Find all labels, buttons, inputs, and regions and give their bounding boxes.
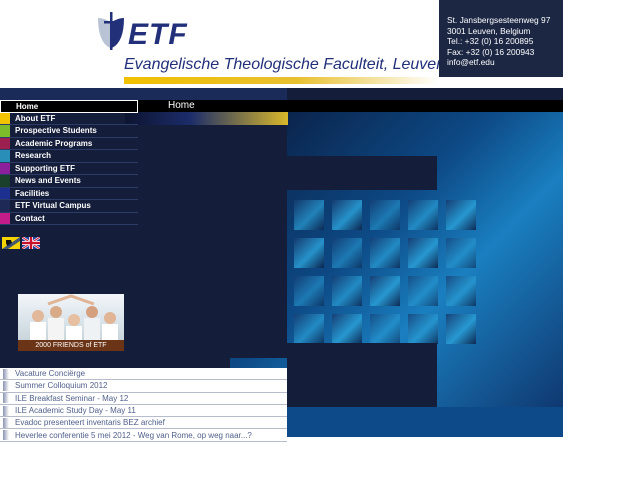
nav-color-swatch [0, 162, 10, 174]
faculty-name: Evangelische Theologische Faculteit, Leu… [124, 56, 446, 73]
collage-photo-tile [408, 276, 438, 306]
nav-item-contact[interactable]: Contact [0, 212, 138, 225]
page-title: Home [168, 100, 195, 111]
news-item-title: Summer Colloquium 2012 [15, 381, 108, 391]
nav-color-swatch [1, 101, 11, 112]
contact-fax: Fax: +32 (0) 16 200943 [447, 46, 535, 57]
news-item[interactable]: Vacature Conciërge [0, 368, 287, 381]
nav-item-label: About ETF [15, 113, 56, 123]
contact-tel: Tel.: +32 (0) 16 200895 [447, 36, 534, 46]
nav-item-news-events[interactable]: News and Events [0, 175, 138, 188]
friends-caption: 2000 FRIENDS of ETF [18, 340, 124, 351]
nav-item-research[interactable]: Research [0, 150, 138, 163]
collage-photo-tile [294, 276, 324, 306]
collage-dark-band [287, 156, 437, 190]
collage-photo-tile [408, 238, 438, 268]
collage-photo-tile [446, 314, 476, 344]
nav-color-swatch [0, 112, 10, 124]
collage-bottom-strip [287, 407, 563, 437]
collage-photo-tile [370, 238, 400, 268]
collage-photo-tile [370, 276, 400, 306]
news-item-title: ILE Academic Study Day - May 11 [15, 406, 136, 416]
news-list: Vacature Conciërge Summer Colloquium 201… [0, 368, 287, 442]
contact-box: St. Jansbergsesteenweg 97 3001 Leuven, B… [439, 0, 563, 77]
nav-item-prospective-students[interactable]: Prospective Students [0, 125, 138, 138]
news-item-title: Vacature Conciërge [15, 369, 86, 379]
collage-photo-tile [294, 314, 324, 344]
collage-photo-tile [294, 238, 324, 268]
nav-item-label: ETF Virtual Campus [15, 201, 91, 211]
contact-email-link[interactable]: info@etf.edu [447, 57, 563, 68]
uk-flag-icon[interactable] [21, 236, 41, 250]
nav-color-swatch [0, 187, 10, 199]
news-item[interactable]: ILE Breakfast Seminar - May 12 [0, 393, 287, 405]
collage-photo-tile [332, 276, 362, 306]
nav-color-swatch [0, 200, 10, 212]
news-item[interactable]: Summer Colloquium 2012 [0, 380, 287, 393]
nav-item-label: News and Events [15, 176, 81, 186]
flanders-flag-icon[interactable] [2, 236, 20, 249]
news-item-title: ILE Breakfast Seminar - May 12 [15, 393, 129, 403]
nav-color-swatch [0, 175, 10, 187]
nav-item-about[interactable]: About ETF [0, 112, 138, 125]
collage-photo-tile [294, 200, 324, 230]
collage-lower-panel [287, 343, 437, 407]
collage-photo-tile [446, 238, 476, 268]
news-item-title: Heverlee conferentie 5 mei 2012 - Weg va… [15, 430, 252, 440]
collage-photo-tile [446, 200, 476, 230]
nav-item-label: Supporting ETF [15, 163, 75, 173]
news-item[interactable]: Evadoc presenteert inventaris BEZ archie… [0, 417, 287, 430]
nav-item-facilities[interactable]: Facilities [0, 187, 138, 200]
gold-divider [124, 77, 439, 84]
collage-photo-tile [332, 200, 362, 230]
nav-item-label: Academic Programs [15, 138, 93, 148]
contact-street: St. Jansbergsesteenweg 97 [447, 15, 551, 25]
collage-photo-tile [370, 200, 400, 230]
nav-item-home[interactable]: Home [0, 100, 138, 113]
nav-item-label: Home [16, 101, 39, 111]
news-item[interactable]: Heverlee conferentie 5 mei 2012 - Weg va… [0, 429, 287, 442]
collage-photo-tile [408, 314, 438, 344]
page-header-bar [137, 100, 563, 112]
nav-item-label: Contact [15, 213, 45, 223]
collage-photo-tile [446, 276, 476, 306]
nav-item-virtual-campus[interactable]: ETF Virtual Campus [0, 200, 138, 213]
language-flags [2, 236, 42, 250]
nav-color-swatch [0, 212, 10, 224]
header-accent-bar [125, 112, 288, 125]
collage-photo-tile [408, 200, 438, 230]
logo-mark-icon [96, 12, 126, 52]
nav-item-label: Research [15, 151, 52, 161]
logo-text[interactable]: ETF [128, 18, 188, 52]
nav-item-label: Prospective Students [15, 126, 97, 136]
nav-color-swatch [0, 137, 10, 149]
news-item-title: Evadoc presenteert inventaris BEZ archie… [15, 418, 165, 428]
friends-photo [18, 294, 124, 340]
collage-photo-tile [370, 314, 400, 344]
main-nav: Home About ETF Prospective Students Acad… [0, 100, 138, 225]
nav-item-academic-programs[interactable]: Academic Programs [0, 137, 138, 150]
nav-color-swatch [0, 150, 10, 162]
nav-item-label: Facilities [15, 188, 50, 198]
collage-photo-tile [332, 238, 362, 268]
collage-photo-tile [332, 314, 362, 344]
nav-top-bar [0, 88, 287, 100]
nav-color-swatch [0, 125, 10, 137]
contact-city: 3001 Leuven, Belgium [447, 25, 531, 36]
news-item[interactable]: ILE Academic Study Day - May 11 [0, 405, 287, 418]
nav-item-supporting[interactable]: Supporting ETF [0, 162, 138, 175]
